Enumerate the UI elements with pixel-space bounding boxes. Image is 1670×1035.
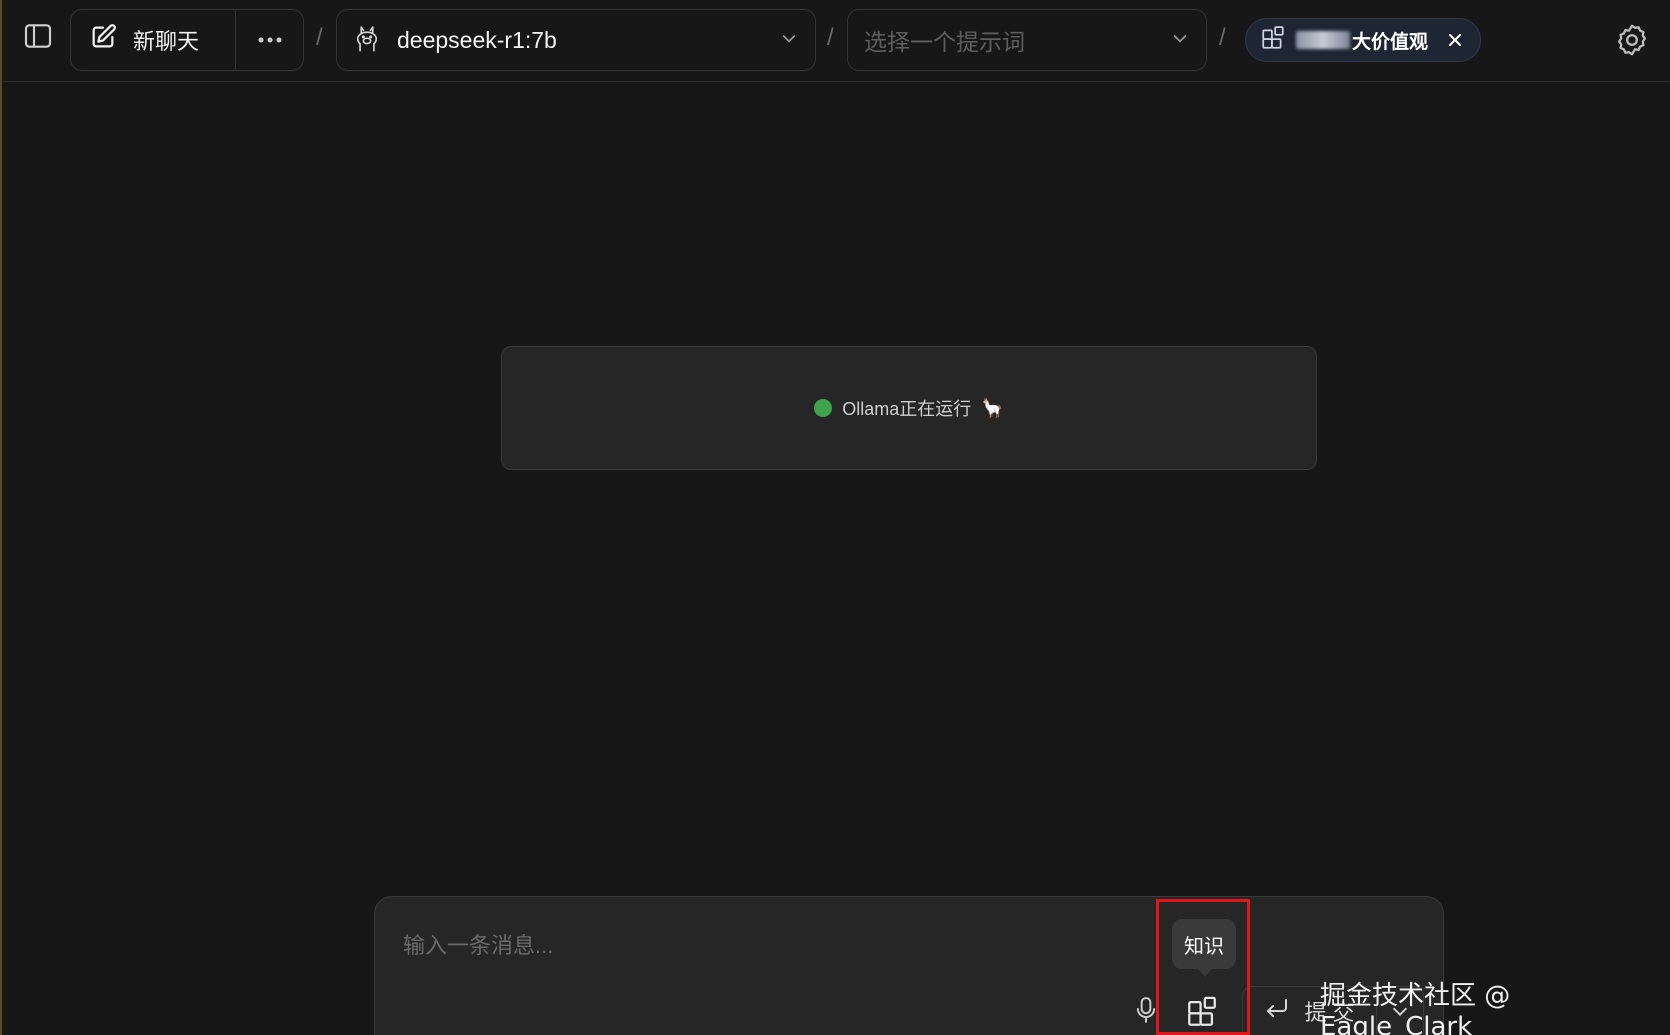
- breadcrumb-separator: /: [316, 24, 323, 51]
- edit-icon: [89, 23, 117, 57]
- prompt-placeholder: 选择一个提示词: [864, 29, 1025, 55]
- microphone-icon[interactable]: [1128, 992, 1164, 1028]
- ollama-status-card: Ollama正在运行 🦙: [501, 346, 1317, 470]
- prompt-select[interactable]: 选择一个提示词: [847, 9, 1207, 71]
- llama-icon: [353, 23, 381, 58]
- app-window: 新聊天 / deepseek-r1:7b / 选择一个提示词 / 大价值观 Ol…: [0, 0, 1670, 1035]
- watermark-text: 掘金技术社区 @ Eagle_Clark: [1320, 981, 1511, 1035]
- new-chat-group: 新聊天: [70, 9, 304, 71]
- knowledge-base-label: 大价值观: [1352, 31, 1429, 53]
- redacted-text: [1296, 31, 1350, 49]
- chevron-down-icon: [779, 28, 799, 53]
- settings-gear-icon[interactable]: [1612, 20, 1652, 60]
- sidebar-toggle-icon[interactable]: [18, 16, 58, 56]
- model-label: deepseek-r1:7b: [397, 26, 557, 53]
- new-chat-label: 新聊天: [133, 29, 200, 54]
- enter-icon: [1264, 997, 1290, 1025]
- status-indicator: [814, 399, 833, 417]
- breadcrumb-separator: /: [1219, 24, 1226, 51]
- knowledge-tooltip: 知识: [1172, 919, 1236, 977]
- blocks-icon: [1260, 25, 1286, 56]
- knowledge-blocks-icon[interactable]: [1182, 992, 1222, 1032]
- status-text: Ollama正在运行: [842, 399, 972, 419]
- chevron-down-icon: [1170, 28, 1190, 53]
- message-input[interactable]: [403, 931, 1123, 961]
- close-icon[interactable]: [1444, 29, 1466, 51]
- breadcrumb-separator: /: [827, 24, 834, 51]
- knowledge-base-chip[interactable]: 大价值观: [1245, 18, 1481, 62]
- more-options-icon[interactable]: [236, 10, 303, 70]
- new-chat-button[interactable]: 新聊天: [71, 10, 236, 70]
- model-select[interactable]: deepseek-r1:7b: [336, 9, 816, 71]
- llama-emoji-icon: 🦙: [981, 397, 1004, 418]
- top-toolbar: 新聊天 / deepseek-r1:7b / 选择一个提示词 / 大价值观: [2, 0, 1670, 82]
